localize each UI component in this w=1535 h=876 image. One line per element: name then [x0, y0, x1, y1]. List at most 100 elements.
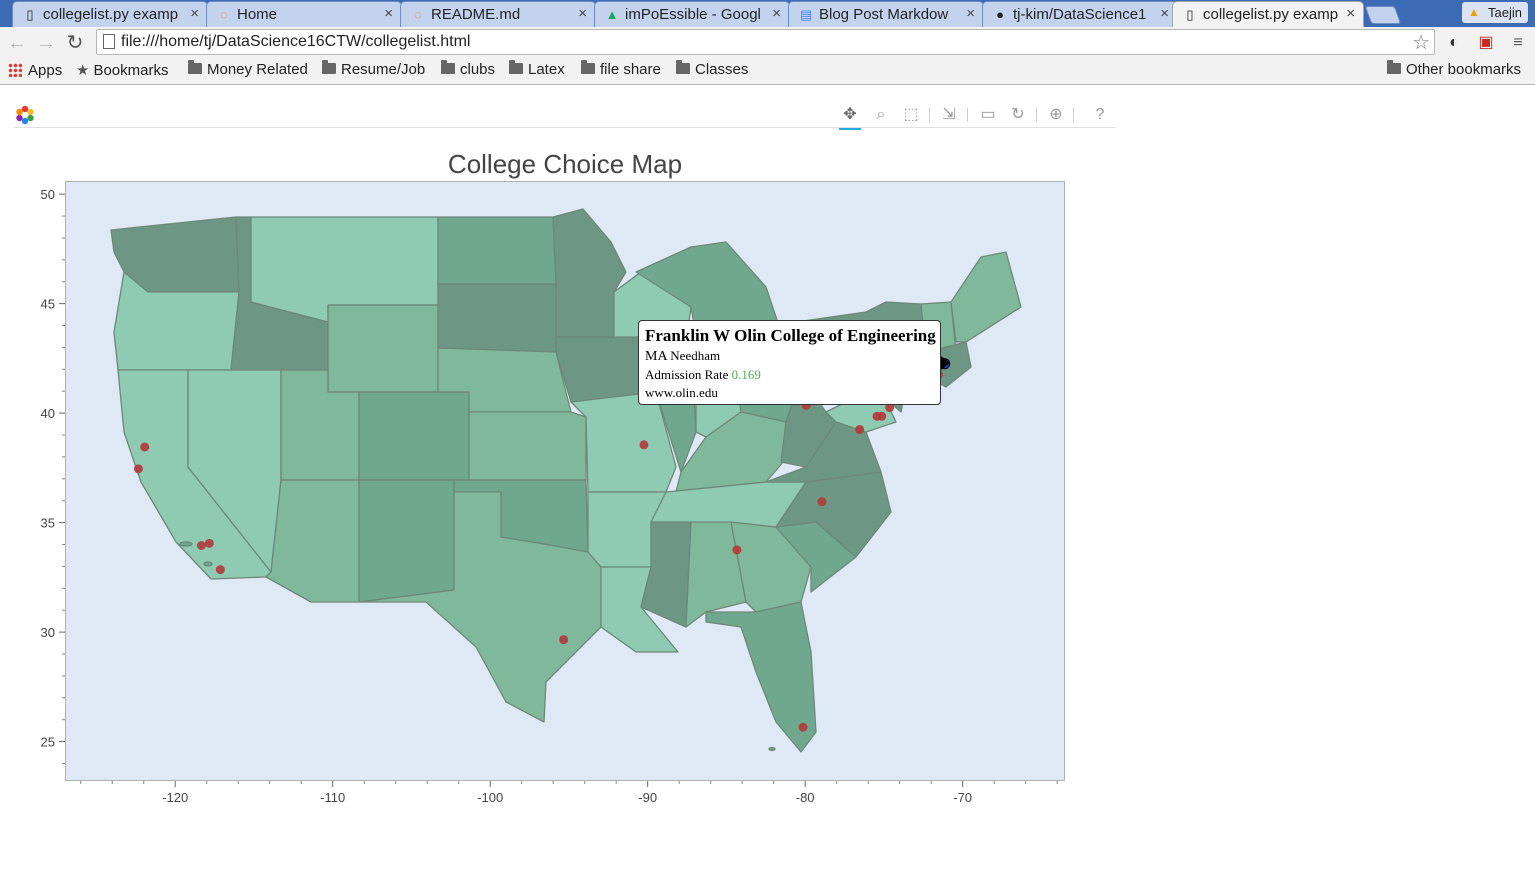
resize-icon[interactable]: ⇲ — [938, 104, 960, 126]
tooltip-arrow — [941, 356, 950, 370]
close-icon[interactable]: × — [1346, 5, 1355, 22]
tab-collegelist-active[interactable]: ▯ collegelist.py examp × — [1172, 1, 1364, 27]
us-state-map — [110, 208, 1022, 753]
college-point[interactable] — [639, 440, 649, 450]
bokeh-logo[interactable] — [14, 104, 36, 126]
close-icon[interactable]: × — [772, 5, 781, 22]
college-point[interactable] — [204, 538, 214, 548]
bookmark-star-icon[interactable]: ☆ — [1412, 30, 1430, 55]
tab-strip: ▯ collegelist.py examp × ◌ Home × ◌ READ… — [0, 0, 1535, 27]
new-tab-button[interactable] — [1364, 6, 1402, 24]
apps-grid-icon — [8, 63, 22, 77]
folder-icon — [581, 60, 595, 74]
bookmark-label: Latex — [528, 61, 565, 78]
wheel-zoom-icon[interactable]: ⌕ — [870, 104, 892, 126]
college-point[interactable] — [817, 497, 827, 507]
bookmark-folder-classes[interactable]: Classes — [676, 60, 748, 81]
tooltip-admission-rate: Admission Rate 0.169 — [645, 367, 761, 383]
college-point[interactable] — [133, 464, 143, 474]
extension-shield-icon[interactable]: ◐ — [1444, 33, 1464, 53]
box-zoom-icon[interactable]: ⬚ — [900, 104, 922, 126]
tab-collegelist-1[interactable]: ▯ collegelist.py examp × — [12, 1, 208, 27]
bookmark-bookmarks[interactable]: ★ Bookmarks — [76, 61, 168, 81]
state-shape — [327, 304, 439, 393]
tooltip-city: Needham — [670, 348, 721, 363]
tab-github[interactable]: ● tj-kim/DataScience1 × — [982, 1, 1178, 27]
bookmark-folder-resume[interactable]: Resume/Job — [322, 60, 425, 81]
forward-button[interactable]: → — [34, 31, 58, 55]
channel-island — [203, 561, 213, 567]
channel-island — [179, 541, 193, 547]
college-point[interactable] — [559, 635, 569, 645]
bookmark-folder-money[interactable]: Money Related — [188, 60, 308, 81]
profile-button[interactable]: ▲ Taejin — [1462, 2, 1528, 23]
bookmarks-bar: Apps ★ Bookmarks Money Related Resume/Job… — [0, 58, 1535, 85]
tooltip-state: MA — [645, 349, 667, 364]
x-tick-label: -90 — [638, 790, 657, 805]
url-text: file:///home/tj/DataScience16CTW/college… — [121, 33, 471, 50]
tab-title: tj-kim/DataScience1 — [1013, 6, 1147, 23]
tab-blog-post[interactable]: ▤ Blog Post Markdow × — [788, 1, 984, 27]
page-icon: ▯ — [1186, 7, 1194, 22]
college-point[interactable] — [215, 565, 225, 575]
tab-home[interactable]: ◌ Home × — [206, 1, 402, 27]
bookmark-label: Apps — [28, 62, 63, 79]
tooltip-college-name: Franklin W Olin College of Engineering — [645, 326, 936, 345]
bookmark-label: Bookmarks — [93, 62, 169, 79]
save-icon[interactable]: ▭ — [977, 104, 999, 126]
college-point[interactable] — [855, 424, 865, 434]
folder-icon — [676, 60, 690, 74]
college-point[interactable] — [140, 442, 150, 452]
reload-button[interactable]: ↻ — [63, 31, 87, 55]
back-button[interactable]: ← — [5, 31, 29, 55]
hover-icon[interactable]: ⊕ — [1045, 104, 1067, 126]
tab-impoessible[interactable]: ▲ imPoEssible - Googl × — [594, 1, 790, 27]
bookmark-label: clubs — [460, 61, 496, 78]
y-tick-label: 30 — [41, 625, 55, 640]
x-tick-label: -100 — [477, 790, 503, 805]
close-icon[interactable]: × — [384, 5, 393, 22]
bookmark-folder-fileshare[interactable]: file share — [581, 60, 661, 81]
close-icon[interactable]: × — [1160, 5, 1169, 22]
x-tick-label: -120 — [162, 790, 188, 805]
page-icon: ▯ — [26, 7, 34, 22]
y-tick-label: 40 — [41, 406, 55, 421]
google-drive-icon: ▲ — [605, 7, 619, 22]
college-point[interactable] — [196, 541, 206, 551]
y-tick-label: 25 — [41, 735, 55, 750]
bookmark-apps[interactable]: Apps — [8, 61, 62, 81]
tab-title: collegelist.py examp — [43, 6, 179, 23]
address-bar[interactable]: file:///home/tj/DataScience16CTW/college… — [96, 29, 1435, 55]
tooltip-url: www.olin.edu — [645, 385, 718, 400]
bookmark-other[interactable]: Other bookmarks — [1387, 60, 1521, 81]
close-icon[interactable]: × — [190, 5, 199, 22]
tab-title: imPoEssible - Googl — [625, 6, 761, 23]
help-icon[interactable]: ? — [1089, 104, 1111, 126]
state-shape — [468, 411, 587, 481]
florida-keys — [768, 746, 776, 752]
toolbar-divider — [1036, 108, 1037, 122]
close-icon[interactable]: × — [966, 5, 975, 22]
toolbar-divider — [1073, 108, 1074, 122]
college-point[interactable] — [732, 545, 742, 555]
tab-title: Blog Post Markdow — [819, 6, 949, 23]
close-icon[interactable]: × — [578, 5, 587, 22]
extension-red-icon[interactable]: ▣ — [1476, 33, 1496, 53]
y-tick-label: 50 — [41, 187, 55, 202]
tab-title: README.md — [431, 6, 521, 23]
bookmark-label: file share — [600, 61, 661, 78]
map-plot-area[interactable] — [65, 181, 1065, 781]
reset-icon[interactable]: ↻ — [1007, 104, 1029, 126]
tooltip-rate-label: Admission Rate — [645, 367, 729, 382]
star-icon: ★ — [76, 62, 90, 79]
y-tick-label: 45 — [41, 297, 55, 312]
bookmark-folder-clubs[interactable]: clubs — [441, 60, 496, 81]
jupyter-icon: ◌ — [414, 7, 422, 22]
college-point[interactable] — [798, 722, 808, 732]
menu-icon[interactable]: ≡ — [1508, 33, 1528, 53]
college-point[interactable] — [872, 411, 882, 421]
folder-icon — [1387, 60, 1401, 74]
tab-readme[interactable]: ◌ README.md × — [400, 1, 596, 27]
bookmark-folder-latex[interactable]: Latex — [509, 60, 565, 81]
tooltip-location: MA Needham — [645, 348, 720, 365]
